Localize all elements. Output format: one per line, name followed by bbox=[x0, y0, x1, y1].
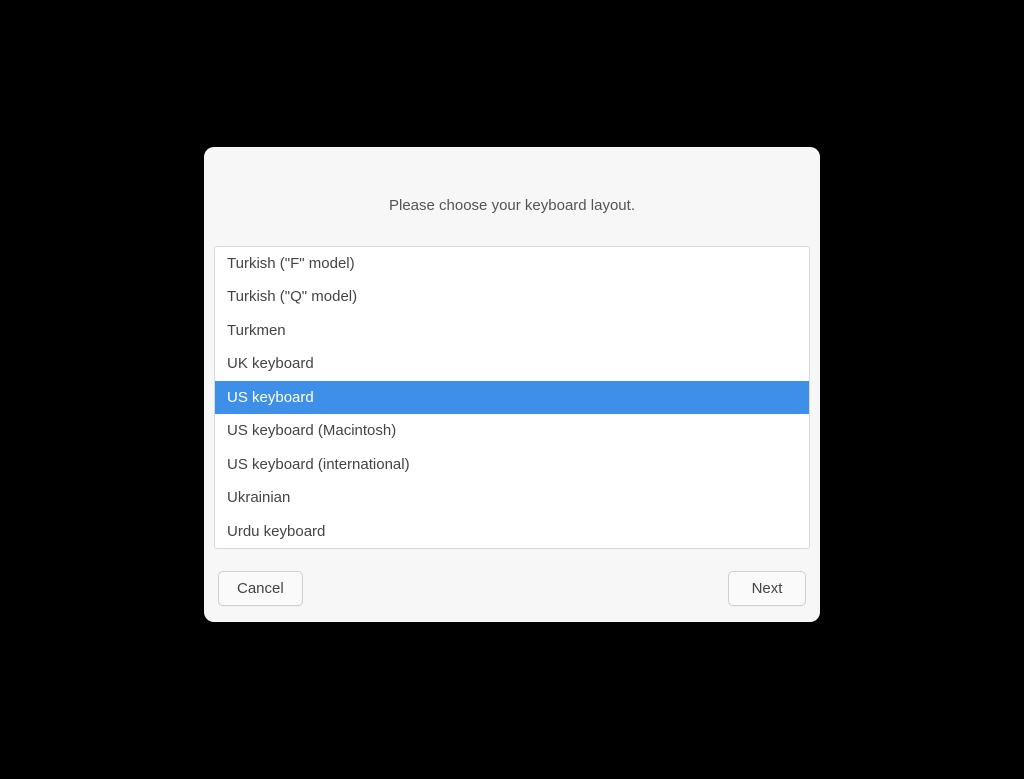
keyboard-layout-item[interactable]: Turkish ("Q" model) bbox=[215, 280, 809, 314]
keyboard-layout-list[interactable]: Turkish ("F" model)Turkish ("Q" model)Tu… bbox=[214, 246, 810, 550]
dialog-footer: Cancel Next bbox=[204, 549, 820, 622]
keyboard-layout-item[interactable]: Turkish ("F" model) bbox=[215, 247, 809, 281]
dialog-header: Please choose your keyboard layout. bbox=[204, 147, 820, 246]
keyboard-layout-item[interactable]: US keyboard bbox=[215, 381, 809, 415]
keyboard-layout-item[interactable]: Ukrainian bbox=[215, 481, 809, 515]
dialog-title: Please choose your keyboard layout. bbox=[224, 197, 800, 214]
keyboard-layout-item[interactable]: US keyboard (international) bbox=[215, 448, 809, 482]
next-button[interactable]: Next bbox=[728, 571, 806, 606]
cancel-button[interactable]: Cancel bbox=[218, 571, 303, 606]
keyboard-layout-dialog: Please choose your keyboard layout. Turk… bbox=[204, 147, 820, 623]
keyboard-layout-item[interactable]: Urdu keyboard bbox=[215, 515, 809, 549]
keyboard-layout-item[interactable]: UK keyboard bbox=[215, 347, 809, 381]
keyboard-layout-item[interactable]: Turkmen bbox=[215, 314, 809, 348]
keyboard-layout-item[interactable]: US keyboard (Macintosh) bbox=[215, 414, 809, 448]
